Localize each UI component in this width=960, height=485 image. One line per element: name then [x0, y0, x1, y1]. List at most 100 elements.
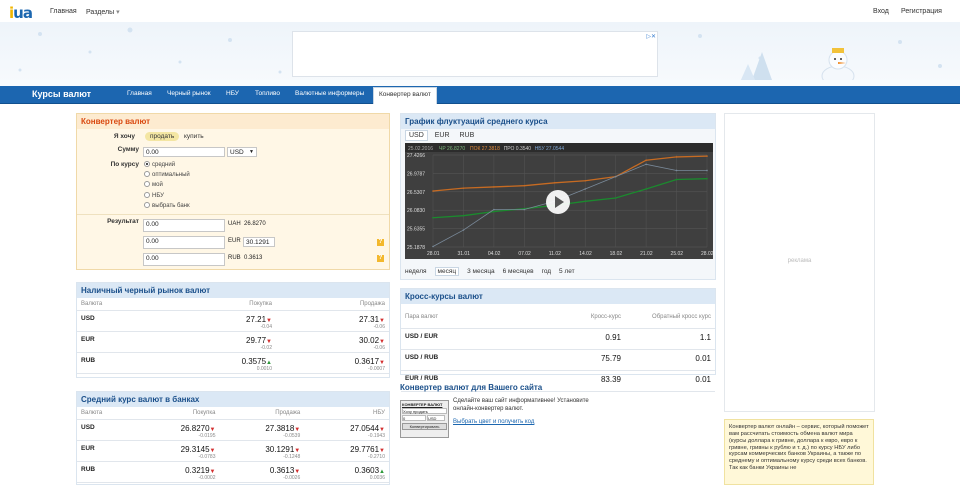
col-reverse: Обратный кросс курс	[625, 307, 715, 329]
banner-ad-slot[interactable]: ▷✕	[292, 31, 658, 77]
chart-point	[523, 184, 526, 187]
nav-home-link[interactable]: Главная	[50, 8, 77, 15]
x-tick-label: 28.02	[701, 251, 713, 257]
rate-change: -0.0026	[283, 474, 301, 481]
table-row: EUR 29.3145▼ -0.0783 30.1291▼ -0.1248 29.7761…	[77, 440, 389, 462]
arrow-up-icon: ▲	[379, 468, 385, 475]
widget-preview-title: КОНВЕРТЕР ВАЛЮТ	[402, 402, 443, 407]
y-tick-label: 26.0830	[407, 208, 425, 214]
reverse-rate: 0.01	[625, 349, 715, 371]
x-tick-label: 04.02	[488, 251, 501, 257]
help-icon[interactable]: ?	[377, 239, 384, 246]
result-eur-value[interactable]: 0.00	[143, 236, 225, 249]
widget-preview-input: 0	[402, 415, 426, 421]
rate-option-bank[interactable]: выбрать банк	[144, 202, 190, 209]
converter-description: Конвертер валют онлайн – сервис, который…	[724, 419, 874, 485]
currency-code: USD	[77, 419, 135, 441]
rate-value: 27.3818	[265, 423, 295, 433]
x-tick-label: 18.02	[610, 251, 623, 257]
table-row: USD / RUB 75.79 0.01	[401, 349, 715, 371]
widget-promo: Конвертер валют для Вашего сайта КОНВЕРТ…	[400, 383, 716, 443]
chart-legend-item: ЧР 26.8270	[439, 146, 465, 152]
login-link[interactable]: Вход	[873, 8, 889, 15]
chart-period-selector: неделя месяц 3 месяца 6 месяцев год 5 ле…	[405, 267, 581, 276]
result-uah-rate: 26.8270	[244, 221, 266, 227]
chart-legend-item: ПОК 27.3818	[470, 146, 500, 152]
result-rub-cur: RUB	[228, 255, 241, 261]
chart-legend-item: 25.02.2016	[408, 146, 433, 152]
arrow-down-icon: ▼	[294, 468, 301, 475]
site-logo[interactable]: iua	[9, 4, 33, 22]
buy-toggle[interactable]: купить	[179, 132, 209, 141]
widget-preview: КОНВЕРТЕР ВАЛЮТ Хочу продать 0 USD Конве…	[400, 400, 449, 438]
register-link[interactable]: Регистрация	[901, 8, 942, 15]
tab-eur[interactable]: EUR	[432, 131, 453, 140]
chart-legend-item: ПРО 0.3540	[504, 146, 532, 152]
rate-chart[interactable]: 25.02.2016 ЧР 26.8270 ПОК 27.3818 ПРО 0.354…	[405, 143, 714, 259]
cross-rates-table: Пара валют Кросс-курс Обратный кросс кур…	[401, 307, 715, 392]
period-month[interactable]: месяц	[434, 267, 460, 276]
rate-option-nbu[interactable]: НБУ	[144, 192, 164, 199]
nav-item-black-market[interactable]: Черный рынок	[167, 90, 211, 97]
chart-point	[675, 156, 678, 158]
rate-change: -0.02	[260, 344, 272, 351]
rate-value: 27.31	[359, 314, 380, 324]
period-6-months[interactable]: 6 месяцев	[503, 268, 534, 275]
x-tick-label: 28.01	[427, 251, 440, 257]
col-pair: Пара валют	[401, 307, 518, 329]
result-uah-value[interactable]: 0.00	[143, 219, 225, 232]
nav-item-nbu[interactable]: НБУ	[226, 90, 239, 97]
rate-option-average[interactable]: средний	[144, 161, 175, 168]
rate-change: -0.2710	[368, 453, 385, 460]
period-5-years[interactable]: 5 лет	[559, 268, 575, 275]
period-year[interactable]: год	[542, 268, 552, 275]
sum-input[interactable]: 0.00	[143, 147, 225, 157]
rate-value: 27.0544	[350, 423, 380, 433]
arrow-down-icon: ▼	[209, 447, 216, 454]
nav-item-home[interactable]: Главная	[127, 90, 152, 97]
rate-option-optimal[interactable]: оптимальный	[144, 171, 190, 178]
currency-select[interactable]: USD ▼	[227, 147, 257, 157]
rate-change: -0.0195	[198, 432, 216, 439]
result-eur-rate-input[interactable]: 30.1291	[243, 237, 275, 247]
chevron-down-icon: ▾	[116, 9, 120, 16]
black-market-title: Наличный черный рынок валют	[77, 283, 389, 298]
widget-code-link[interactable]: Выбрать цвет и получить код	[453, 419, 534, 425]
col-currency: Валюта	[77, 298, 163, 311]
arrow-down-icon: ▼	[209, 468, 216, 475]
chart-title: График флуктуаций среднего курса	[401, 114, 715, 129]
chart-point	[614, 175, 617, 178]
rate-change: -0.0007	[368, 365, 385, 372]
period-3-months[interactable]: 3 месяца	[467, 268, 495, 275]
chart-point	[706, 155, 708, 157]
arrow-down-icon: ▼	[294, 447, 301, 454]
col-currency: Валюта	[77, 407, 135, 420]
nav-item-informers[interactable]: Валютные информеры	[295, 90, 364, 97]
nav-item-fuel[interactable]: Топливо	[255, 90, 280, 97]
tab-rub[interactable]: RUB	[456, 131, 477, 140]
chart-legend-item: НБУ 27.0544	[535, 146, 565, 152]
ad-close-icon[interactable]: ▷✕	[644, 33, 656, 41]
rate-change: -0.1248	[283, 453, 301, 460]
rate-option-mine[interactable]: мой	[144, 181, 163, 188]
period-week[interactable]: неделя	[405, 268, 427, 275]
rate-change: -0.06	[373, 344, 385, 351]
currency-code: USD	[77, 310, 163, 332]
sell-toggle[interactable]: продать	[145, 132, 180, 141]
rate-value: 0.3219	[185, 465, 210, 475]
nav-item-converter[interactable]: Конвертер валют	[373, 87, 437, 104]
tab-usd[interactable]: USD	[405, 130, 428, 141]
chart-point	[675, 169, 678, 172]
play-icon[interactable]	[546, 190, 570, 214]
currency-code: EUR	[77, 440, 135, 462]
banks-title: Средний курс валют в банках	[77, 392, 389, 407]
result-label: Результат	[107, 218, 139, 225]
result-rub-value[interactable]: 0.00	[143, 253, 225, 266]
help-icon[interactable]: ?	[377, 255, 384, 262]
chart-point	[584, 200, 587, 203]
side-ad[interactable]: реклама	[724, 113, 875, 412]
nav-sections-link[interactable]: Разделы ▾	[86, 8, 120, 16]
main-navbar: Курсы валют Главная Черный рынок НБУ Топ…	[0, 86, 960, 104]
chart-point	[553, 182, 556, 184]
col-sell: Продажа	[219, 407, 305, 420]
